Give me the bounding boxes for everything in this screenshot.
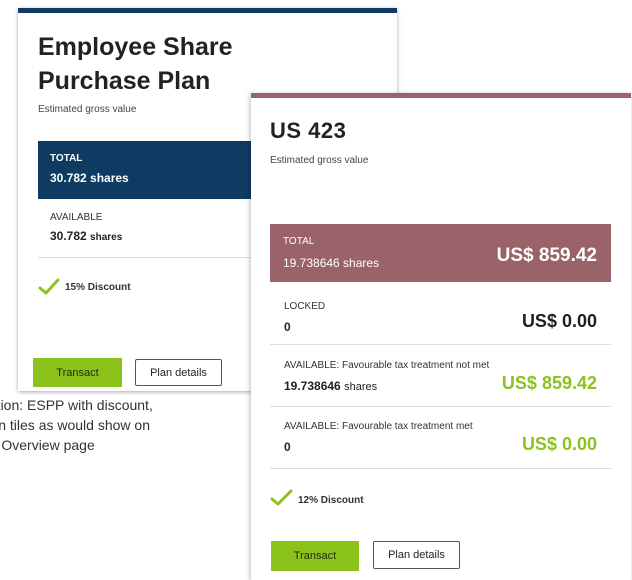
available-prefix: AVAILABLE: xyxy=(284,360,340,371)
caption-line: the Overview page xyxy=(0,437,95,453)
discount-label: 12% Discount xyxy=(298,495,364,506)
value-card: US 423 Estimated gross value TOTAL 19.73… xyxy=(251,93,631,580)
caption-line: Plan tiles as would show on xyxy=(0,417,150,433)
check-icon xyxy=(38,278,60,295)
available-met-value: 0 xyxy=(284,440,291,454)
divider xyxy=(270,344,611,345)
transact-button[interactable]: Transact xyxy=(33,358,122,387)
locked-value: 0 xyxy=(284,320,291,334)
total-shares: 19.738646 shares xyxy=(283,256,380,270)
discount-label: 15% Discount xyxy=(65,282,131,293)
locked-amount: US$ 0.00 xyxy=(521,311,597,331)
available-text: Favourable tax treatment met xyxy=(339,421,473,432)
total-panel: TOTAL 19.738646 shares US$ 859.42 xyxy=(270,224,611,282)
available-not-met-shares: 19.738646 shares xyxy=(284,379,377,393)
total-amount: US$ 859.42 xyxy=(496,245,597,266)
caption-note: Option: ESPP with discount, Plan tiles a… xyxy=(0,395,250,455)
available-not-met-label: AVAILABLE: Favourable tax treatment not … xyxy=(284,360,489,371)
value-subtitle: Estimated gross value xyxy=(270,155,369,166)
transact-button[interactable]: Transact xyxy=(271,541,359,571)
total-label: TOTAL xyxy=(50,153,83,164)
available-prefix: AVAILABLE: xyxy=(284,421,340,432)
caption-line: Option: ESPP with discount, xyxy=(0,397,153,413)
divider xyxy=(270,406,611,407)
plan-details-button[interactable]: Plan details xyxy=(135,359,222,386)
check-icon xyxy=(270,489,293,506)
plan-details-button[interactable]: Plan details xyxy=(373,541,460,569)
total-label: TOTAL xyxy=(283,236,315,247)
divider xyxy=(270,468,611,469)
available-unit: shares xyxy=(90,232,123,243)
available-text: Favourable tax treatment not met xyxy=(339,360,490,371)
available-not-met-amount: US$ 859.42 xyxy=(501,373,597,393)
locked-label: LOCKED xyxy=(284,301,326,312)
total-panel: TOTAL 30.782 shares xyxy=(38,141,278,199)
plan-subtitle: Estimated gross value xyxy=(38,104,137,115)
plan-title: Employee Share Purchase Plan xyxy=(38,33,233,95)
available-number: 30.782 xyxy=(50,229,87,243)
available-shares: 30.782 shares xyxy=(50,229,122,243)
available-unit: shares xyxy=(344,381,378,393)
available-met-amount: US$ 0.00 xyxy=(521,434,597,454)
available-label: AVAILABLE xyxy=(50,212,103,223)
available-number: 19.738646 xyxy=(284,379,341,393)
estimated-amount: US 423 xyxy=(270,118,347,143)
total-shares: 30.782 shares xyxy=(50,171,129,185)
available-met-label: AVAILABLE: Favourable tax treatment met xyxy=(284,421,473,432)
divider xyxy=(38,257,278,258)
